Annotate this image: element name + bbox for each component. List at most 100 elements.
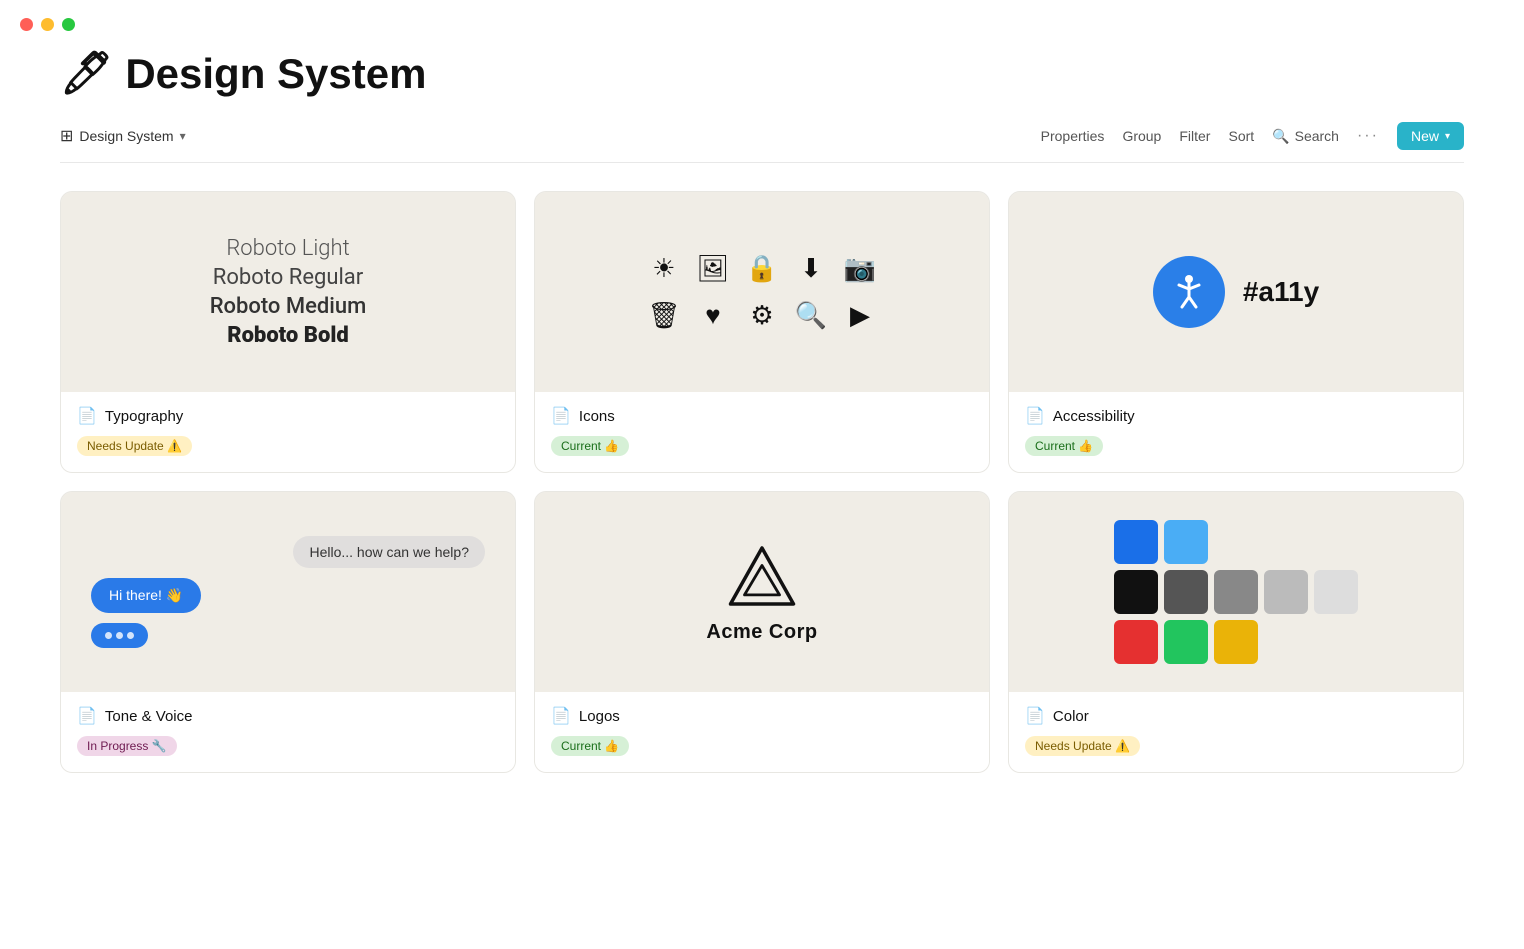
- card-preview-accessibility: #a11y: [1009, 192, 1463, 392]
- swatch-very-light-gray: [1314, 570, 1358, 614]
- swatch-blue-light: [1164, 520, 1208, 564]
- card-preview-tone: Hello... how can we help? Hi there! 👋: [61, 492, 515, 692]
- font-regular: Roboto Regular: [213, 265, 363, 290]
- swatch-yellow: [1214, 620, 1258, 664]
- group-button[interactable]: Group: [1122, 128, 1161, 144]
- cards-grid: Roboto Light Roboto Regular Roboto Mediu…: [60, 191, 1464, 773]
- status-badge: Current 👍: [1025, 436, 1103, 456]
- card-logos[interactable]: Acme Corp 📄 Logos Current 👍: [534, 491, 990, 773]
- card-title-row: 📄 Typography: [77, 406, 499, 426]
- icons-preview: ☀ 🖼 🔒 ⬇ 📷 🗑 ♥ ⚙ 🔍 ▶: [627, 233, 896, 351]
- icon-lock: 🔒: [746, 253, 778, 284]
- swatch-dark-gray: [1164, 570, 1208, 614]
- typing-dot-2: [116, 632, 123, 639]
- status-badge: Needs Update ⚠️: [1025, 736, 1140, 756]
- card-preview-typography: Roboto Light Roboto Regular Roboto Mediu…: [61, 192, 515, 392]
- fullscreen-button[interactable]: [62, 18, 75, 31]
- card-preview-icons: ☀ 🖼 🔒 ⬇ 📷 🗑 ♥ ⚙ 🔍 ▶: [535, 192, 989, 392]
- card-title-row: 📄 Tone & Voice: [77, 706, 499, 726]
- font-bold: Roboto Bold: [227, 323, 349, 348]
- new-label: New: [1411, 128, 1439, 144]
- card-info-color: 📄 Color Needs Update ⚠️: [1009, 692, 1463, 772]
- swatch-light-gray: [1264, 570, 1308, 614]
- minimize-button[interactable]: [41, 18, 54, 31]
- page-title: 🖊 Design System: [60, 49, 1464, 98]
- icon-search: 🔍: [795, 300, 827, 331]
- card-title-text: Tone & Voice: [105, 708, 193, 725]
- icon-play: ▶: [850, 300, 870, 331]
- card-info-tone: 📄 Tone & Voice In Progress 🔧: [61, 692, 515, 772]
- chat-bubble-response: Hi there! 👋: [91, 578, 201, 613]
- card-color[interactable]: 📄 Color Needs Update ⚠️: [1008, 491, 1464, 773]
- status-badge: Current 👍: [551, 436, 629, 456]
- page-icon: 📄: [77, 706, 97, 726]
- card-info-logos: 📄 Logos Current 👍: [535, 692, 989, 772]
- logos-preview: Acme Corp: [706, 541, 817, 644]
- page-icon: 📄: [77, 406, 97, 426]
- search-label: Search: [1295, 128, 1339, 144]
- page-icon: 📄: [551, 706, 571, 726]
- typing-dot-3: [127, 632, 134, 639]
- a11y-text: #a11y: [1243, 276, 1319, 308]
- swatch-red: [1114, 620, 1158, 664]
- card-info-typography: 📄 Typography Needs Update ⚠️: [61, 392, 515, 472]
- page-icon: 📄: [1025, 406, 1045, 426]
- card-title-row: 📄 Logos: [551, 706, 973, 726]
- traffic-lights: [0, 0, 1524, 49]
- card-title-row: 📄 Accessibility: [1025, 406, 1447, 426]
- card-title-row: 📄 Icons: [551, 406, 973, 426]
- new-button[interactable]: New ▾: [1397, 122, 1464, 150]
- acme-logo-svg: [727, 541, 797, 611]
- chevron-down-icon: ▾: [1445, 131, 1450, 142]
- card-title-text: Logos: [579, 708, 620, 725]
- card-info-icons: 📄 Icons Current 👍: [535, 392, 989, 472]
- swatch-empty-1: [1214, 520, 1258, 564]
- page-icon: 📄: [1025, 706, 1045, 726]
- db-icon: ⊞: [60, 126, 73, 146]
- chat-bubble-question: Hello... how can we help?: [293, 536, 485, 568]
- swatch-empty-5: [1314, 620, 1358, 664]
- card-preview-logos: Acme Corp: [535, 492, 989, 692]
- sort-button[interactable]: Sort: [1228, 128, 1254, 144]
- chat-bubble-typing: [91, 623, 148, 648]
- accessibility-icon: [1168, 271, 1210, 313]
- status-badge: In Progress 🔧: [77, 736, 177, 756]
- properties-button[interactable]: Properties: [1041, 128, 1105, 144]
- card-info-accessibility: 📄 Accessibility Current 👍: [1009, 392, 1463, 472]
- main-content: 🖊 Design System ⊞ Design System ▾ Proper…: [0, 49, 1524, 773]
- close-button[interactable]: [20, 18, 33, 31]
- search-icon: 🔍: [1272, 128, 1289, 145]
- font-medium: Roboto Medium: [210, 294, 367, 319]
- title-emoji: 🖊: [60, 49, 113, 98]
- icon-download: ⬇: [800, 253, 822, 284]
- accessibility-preview: #a11y: [1153, 256, 1319, 328]
- icon-sun: ☀: [652, 253, 675, 284]
- tone-voice-preview: Hello... how can we help? Hi there! 👋: [61, 512, 515, 672]
- card-title-text: Typography: [105, 408, 183, 425]
- card-title-text: Icons: [579, 408, 615, 425]
- card-accessibility[interactable]: #a11y 📄 Accessibility Current 👍: [1008, 191, 1464, 473]
- filter-button[interactable]: Filter: [1179, 128, 1210, 144]
- font-light: Roboto Light: [226, 236, 349, 261]
- card-title-text: Color: [1053, 708, 1089, 725]
- chat-response-text: Hi there! 👋: [109, 587, 183, 604]
- swatch-empty-2: [1264, 520, 1308, 564]
- card-tone-voice[interactable]: Hello... how can we help? Hi there! 👋 📄 …: [60, 491, 516, 773]
- swatch-mid-gray: [1214, 570, 1258, 614]
- swatch-empty-4: [1264, 620, 1308, 664]
- acme-logo-text: Acme Corp: [706, 621, 817, 644]
- status-badge: Needs Update ⚠️: [77, 436, 192, 456]
- chevron-down-icon: ▾: [180, 129, 186, 143]
- db-selector[interactable]: ⊞ Design System ▾: [60, 126, 186, 146]
- icon-heart: ♥: [705, 300, 720, 331]
- card-typography[interactable]: Roboto Light Roboto Regular Roboto Mediu…: [60, 191, 516, 473]
- toolbar: ⊞ Design System ▾ Properties Group Filte…: [60, 122, 1464, 163]
- more-options-button[interactable]: ···: [1357, 127, 1379, 145]
- swatch-black: [1114, 570, 1158, 614]
- card-icons[interactable]: ☀ 🖼 🔒 ⬇ 📷 🗑 ♥ ⚙ 🔍 ▶ 📄 Icons Current: [534, 191, 990, 473]
- card-title-row: 📄 Color: [1025, 706, 1447, 726]
- status-badge: Current 👍: [551, 736, 629, 756]
- search-button[interactable]: 🔍 Search: [1272, 128, 1339, 145]
- toolbar-actions: Properties Group Filter Sort 🔍 Search ··…: [1041, 122, 1464, 150]
- icon-image: 🖼: [696, 253, 729, 284]
